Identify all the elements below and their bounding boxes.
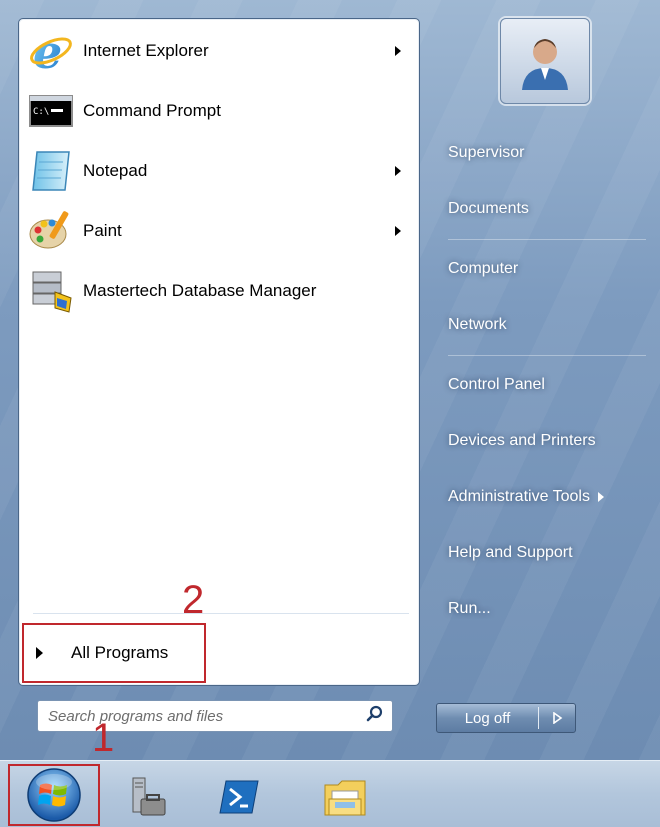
log-off-button[interactable]: Log off (436, 703, 576, 733)
program-command-prompt[interactable]: C:\ Command Prompt (27, 83, 411, 139)
all-programs-label: All Programs (71, 643, 169, 662)
svg-text:C:\: C:\ (33, 107, 49, 117)
internet-explorer-icon: e (27, 27, 75, 75)
submenu-arrow-icon (597, 491, 604, 502)
right-item-network[interactable]: Network (448, 307, 648, 343)
right-item-devices-and-printers[interactable]: Devices and Printers (448, 423, 648, 459)
paint-icon (27, 207, 75, 255)
database-manager-icon (27, 267, 75, 315)
explorer-folder-icon (324, 780, 366, 816)
program-label: Command Prompt (83, 101, 221, 120)
divider (448, 239, 646, 240)
right-item-administrative-tools[interactable]: Administrative Tools (448, 479, 648, 515)
divider (33, 613, 409, 614)
shutdown-options-button[interactable] (539, 712, 575, 724)
annotation-number-2: 2 (182, 578, 205, 622)
taskbar-server-manager[interactable] (124, 772, 174, 822)
program-label: Paint (83, 221, 122, 240)
submenu-arrow-icon[interactable] (395, 226, 401, 236)
right-item-supervisor[interactable]: Supervisor (448, 135, 648, 171)
notepad-icon (27, 147, 75, 195)
programs-panel: e Internet Explorer C:\ Command Prompt N… (18, 18, 420, 686)
program-internet-explorer[interactable]: e Internet Explorer (27, 23, 411, 79)
command-prompt-icon: C:\ (27, 87, 75, 135)
powershell-icon (219, 780, 259, 814)
server-manager-icon (132, 777, 166, 816)
search-icon[interactable] (366, 705, 384, 728)
log-off-label: Log off (464, 709, 511, 727)
submenu-arrow-icon[interactable] (395, 166, 401, 176)
user-avatar-icon (522, 39, 568, 90)
program-notepad[interactable]: Notepad (27, 143, 411, 199)
divider (448, 355, 646, 356)
right-item-documents[interactable]: Documents (448, 191, 648, 227)
program-label: Internet Explorer (83, 41, 209, 60)
taskbar-windows-explorer[interactable] (320, 772, 370, 822)
taskbar-powershell[interactable] (214, 772, 264, 822)
program-paint[interactable]: Paint (27, 203, 411, 259)
right-item-help-and-support[interactable]: Help and Support (448, 535, 648, 571)
right-item-run[interactable]: Run... (448, 591, 648, 627)
all-programs-button[interactable]: All Programs (22, 623, 206, 683)
right-item-computer[interactable]: Computer (448, 251, 648, 287)
search-field[interactable] (37, 700, 393, 732)
expand-arrow-icon (36, 647, 43, 659)
chevron-right-icon (553, 712, 563, 724)
user-avatar[interactable] (500, 18, 590, 104)
annotation-number-1: 1 (92, 716, 115, 760)
right-item-control-panel[interactable]: Control Panel (448, 367, 648, 403)
program-label: Notepad (83, 161, 148, 180)
submenu-arrow-icon[interactable] (395, 46, 401, 56)
windows-logo-icon (27, 768, 81, 822)
program-mastertech-database-manager[interactable]: Mastertech Database Manager (27, 263, 411, 319)
right-item-label: Administrative Tools (448, 488, 590, 505)
program-label: Mastertech Database Manager (83, 281, 317, 300)
start-button[interactable] (8, 764, 100, 826)
